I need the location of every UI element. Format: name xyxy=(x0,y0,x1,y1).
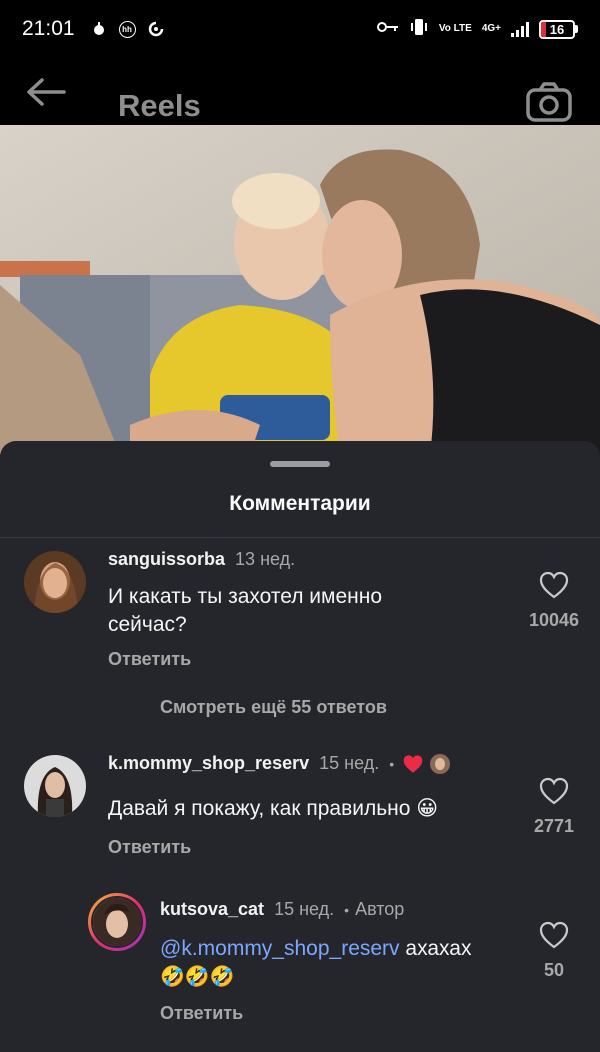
reels-header: Reels xyxy=(0,58,600,125)
volte-indicator: Vo LTE xyxy=(438,23,472,34)
comment-username[interactable]: k.mommy_shop_reserv xyxy=(108,753,309,774)
battery-level: 16 xyxy=(549,21,565,37)
sync-app-icon xyxy=(148,21,164,37)
vibrate-icon xyxy=(409,18,429,41)
comment-meta: kutsova_cat 15 нед. • Автор xyxy=(160,899,404,920)
separator-dot: • xyxy=(389,755,395,772)
comment-meta: sanguissorba 13 нед. xyxy=(108,549,295,570)
camera-button[interactable] xyxy=(526,82,576,126)
hh-app-icon: hh xyxy=(118,20,136,38)
mobile-data-indicator: 4G+ xyxy=(481,23,501,34)
mention-link[interactable]: @k.mommy_shop_reserv xyxy=(160,937,400,960)
like-count: 50 xyxy=(543,960,565,980)
comment-time: 15 нед. xyxy=(319,753,380,773)
comment-emojis: 🤣🤣🤣 xyxy=(160,966,235,988)
reel-video[interactable] xyxy=(0,125,600,455)
avatar-with-story-ring[interactable] xyxy=(88,893,146,951)
author-tag: Автор xyxy=(355,899,405,919)
comment-text: И какать ты захотел именно сейчас? xyxy=(108,585,383,636)
avatar[interactable] xyxy=(24,755,86,817)
like-count: 2771 xyxy=(533,816,575,836)
reply-button[interactable]: Ответить xyxy=(108,837,191,858)
status-left-icons: hh xyxy=(91,20,164,38)
comment-time: 15 нед. xyxy=(274,899,335,919)
reply-button[interactable]: Ответить xyxy=(160,1003,243,1024)
key-icon xyxy=(376,20,399,38)
reply-button[interactable]: Ответить xyxy=(108,649,191,670)
signal-icon xyxy=(511,21,529,37)
comments-sheet[interactable]: Комментарии sanguissorba 13 нед. И какат… xyxy=(0,441,600,1052)
heart-outline-icon xyxy=(539,571,569,599)
like-button[interactable]: 50 xyxy=(519,921,589,981)
notification-icon xyxy=(91,21,107,37)
comment-username[interactable]: sanguissorba xyxy=(108,549,225,570)
comment-username[interactable]: kutsova_cat xyxy=(160,899,264,920)
author-avatar-mini xyxy=(430,753,451,774)
heart-outline-icon xyxy=(539,921,569,949)
avatar[interactable] xyxy=(24,551,86,613)
page-title: Reels xyxy=(118,88,201,123)
drag-handle[interactable] xyxy=(270,461,330,467)
comment-item: k.mommy_shop_reserv 15 нед. • Давай я по… xyxy=(0,747,600,867)
view-more-replies-button[interactable]: Смотреть ещё 55 ответов xyxy=(160,697,387,718)
comment-text: @k.mommy_shop_reserv ахахах 🤣🤣🤣 xyxy=(160,935,510,991)
status-time: 21:01 xyxy=(22,17,75,40)
comment-text: Давай я покажу, как правильно 😀 xyxy=(108,797,439,820)
comment-body: ахахах xyxy=(399,937,472,960)
separator-dot: • xyxy=(344,901,350,918)
like-button[interactable]: 10046 xyxy=(519,571,589,631)
back-arrow-icon xyxy=(27,78,66,106)
comment-meta: k.mommy_shop_reserv 15 нед. • xyxy=(108,753,451,774)
divider xyxy=(0,537,600,538)
liked-by-author-heart-icon xyxy=(402,754,424,774)
comment-time: 13 нед. xyxy=(235,549,296,569)
status-bar: 21:01 hh Vo LTE 4G+ 16 xyxy=(0,0,600,58)
like-count: 10046 xyxy=(528,610,580,630)
heart-outline-icon xyxy=(539,777,569,805)
like-button[interactable]: 2771 xyxy=(519,777,589,837)
status-right-icons: Vo LTE 4G+ 16 xyxy=(376,18,578,41)
comment-item: sanguissorba 13 нед. И какать ты захотел… xyxy=(0,541,600,681)
comments-title: Комментарии xyxy=(229,492,371,515)
reel-video-frame xyxy=(0,125,600,455)
back-button[interactable] xyxy=(22,72,70,112)
camera-icon xyxy=(526,82,572,122)
battery-icon: 16 xyxy=(539,19,578,39)
reply-comment-item: kutsova_cat 15 нед. • Автор @k.mommy_sho… xyxy=(0,891,600,1031)
